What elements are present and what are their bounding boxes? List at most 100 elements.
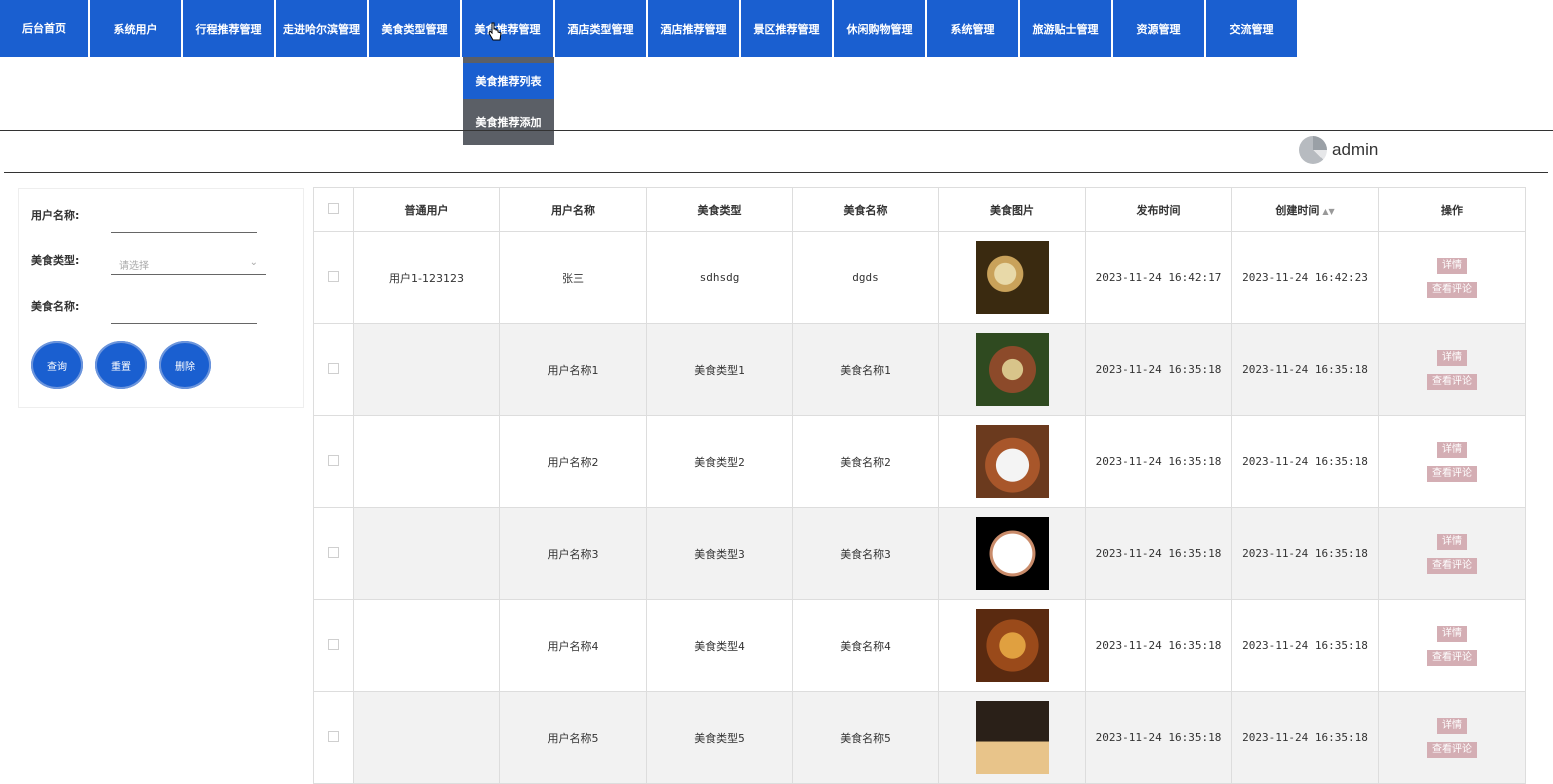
search-panel: 用户名称: 美食类型: 请选择 ⌄ 美食名称: 查询 重置 删除 bbox=[18, 188, 304, 408]
cell-actions: 详情 查看评论 bbox=[1378, 507, 1526, 600]
detail-button[interactable]: 详情 bbox=[1437, 533, 1467, 550]
food-image[interactable] bbox=[975, 517, 1049, 590]
food-image[interactable] bbox=[975, 609, 1049, 682]
view-comments-button[interactable]: 查看评论 bbox=[1427, 649, 1477, 666]
nav-scenic-recommend[interactable]: 景区推荐管理 bbox=[741, 0, 832, 57]
dropdown-item-food-list[interactable]: 美食推荐列表 bbox=[463, 63, 554, 99]
food-type-field: 美食类型: 请选择 ⌄ bbox=[31, 250, 266, 275]
cell-user-name: 张三 bbox=[499, 231, 647, 324]
cell-ordinary-user bbox=[353, 323, 500, 416]
view-comments-button[interactable]: 查看评论 bbox=[1427, 465, 1477, 482]
food-name-input[interactable] bbox=[111, 301, 257, 324]
cell-actions: 详情 查看评论 bbox=[1378, 691, 1526, 784]
cell-user-name: 用户名称2 bbox=[499, 415, 647, 508]
hand-cursor-icon bbox=[488, 22, 502, 41]
cell-ordinary-user: 用户1-123123 bbox=[353, 231, 500, 324]
nav-food-recommend[interactable]: 美食推荐管理 bbox=[462, 0, 553, 57]
top-nav: 后台首页 系统用户 行程推荐管理 走进哈尔滨管理 美食类型管理 美食推荐管理 酒… bbox=[0, 0, 1299, 57]
header-ordinary-user: 普通用户 bbox=[353, 187, 500, 232]
sort-icon[interactable]: ▲▼ bbox=[1322, 207, 1334, 216]
nav-hotel-recommend[interactable]: 酒店推荐管理 bbox=[648, 0, 739, 57]
row-select-cell bbox=[313, 415, 354, 508]
food-image[interactable] bbox=[975, 241, 1049, 314]
query-button[interactable]: 查询 bbox=[31, 341, 83, 389]
food-name-label: 美食名称: bbox=[31, 300, 80, 313]
detail-button[interactable]: 详情 bbox=[1437, 257, 1467, 274]
table-row: 用户名称2 美食类型2 美食名称2 2023-11-24 16:35:18 2023-1… bbox=[313, 415, 1526, 508]
row-checkbox[interactable] bbox=[328, 362, 339, 374]
user-area[interactable]: admin bbox=[1299, 136, 1378, 164]
cell-food-type: 美食类型5 bbox=[646, 691, 793, 784]
row-checkbox[interactable] bbox=[328, 454, 339, 466]
cell-food-image bbox=[938, 691, 1086, 784]
row-checkbox[interactable] bbox=[328, 546, 339, 558]
detail-button[interactable]: 详情 bbox=[1437, 625, 1467, 642]
cell-publish-time: 2023-11-24 16:35:18 bbox=[1085, 691, 1232, 784]
cell-food-name: 美食名称3 bbox=[792, 507, 939, 600]
header-food-type: 美食类型 bbox=[646, 187, 793, 232]
cell-food-type: 美食类型2 bbox=[646, 415, 793, 508]
reset-button[interactable]: 重置 bbox=[95, 341, 147, 389]
cell-food-type: 美食类型1 bbox=[646, 323, 793, 416]
cell-user-name: 用户名称5 bbox=[499, 691, 647, 784]
row-select-cell bbox=[313, 507, 354, 600]
cell-actions: 详情 查看评论 bbox=[1378, 599, 1526, 692]
view-comments-button[interactable]: 查看评论 bbox=[1427, 281, 1477, 298]
nav-itinerary[interactable]: 行程推荐管理 bbox=[183, 0, 274, 57]
cell-food-name: 美食名称2 bbox=[792, 415, 939, 508]
user-name-input[interactable] bbox=[111, 210, 257, 233]
avatar[interactable] bbox=[1299, 136, 1327, 164]
table-row: 用户名称3 美食类型3 美食名称3 2023-11-24 16:35:18 2023-1… bbox=[313, 507, 1526, 600]
nav-home[interactable]: 后台首页 bbox=[0, 0, 88, 57]
nav-travel-tips[interactable]: 旅游贴士管理 bbox=[1020, 0, 1111, 57]
nav-shopping[interactable]: 休闲购物管理 bbox=[834, 0, 925, 57]
header-created-time[interactable]: 创建时间 ▲▼ bbox=[1231, 187, 1379, 232]
view-comments-button[interactable]: 查看评论 bbox=[1427, 557, 1477, 574]
row-select-cell bbox=[313, 691, 354, 784]
row-checkbox[interactable] bbox=[328, 730, 339, 742]
dropdown-item-food-add[interactable]: 美食推荐添加 bbox=[463, 99, 554, 145]
row-checkbox[interactable] bbox=[328, 270, 339, 282]
username: admin bbox=[1332, 140, 1379, 159]
food-type-select[interactable]: 请选择 ⌄ bbox=[111, 255, 266, 275]
header-food-image: 美食图片 bbox=[938, 187, 1086, 232]
header-food-name: 美食名称 bbox=[792, 187, 939, 232]
cell-food-name: 美食名称5 bbox=[792, 691, 939, 784]
nav-system-users[interactable]: 系统用户 bbox=[90, 0, 181, 57]
table-row: 用户名称4 美食类型4 美食名称4 2023-11-24 16:35:18 2023-1… bbox=[313, 599, 1526, 692]
cell-food-image bbox=[938, 231, 1086, 324]
food-image[interactable] bbox=[975, 425, 1049, 498]
food-type-label: 美食类型: bbox=[31, 254, 80, 267]
detail-button[interactable]: 详情 bbox=[1437, 441, 1467, 458]
food-name-field: 美食名称: bbox=[31, 296, 257, 324]
nav-food-type[interactable]: 美食类型管理 bbox=[369, 0, 460, 57]
cell-actions: 详情 查看评论 bbox=[1378, 231, 1526, 324]
cell-ordinary-user bbox=[353, 691, 500, 784]
detail-button[interactable]: 详情 bbox=[1437, 349, 1467, 366]
nav-resources[interactable]: 资源管理 bbox=[1113, 0, 1204, 57]
header-user-name: 用户名称 bbox=[499, 187, 647, 232]
cell-food-name: 美食名称4 bbox=[792, 599, 939, 692]
row-checkbox[interactable] bbox=[328, 638, 339, 650]
food-recommend-dropdown: 美食推荐列表 美食推荐添加 bbox=[463, 57, 554, 145]
header-actions: 操作 bbox=[1378, 187, 1526, 232]
food-image[interactable] bbox=[975, 701, 1049, 774]
delete-button[interactable]: 删除 bbox=[159, 341, 211, 389]
cell-user-name: 用户名称4 bbox=[499, 599, 647, 692]
cell-food-image bbox=[938, 599, 1086, 692]
nav-hotel-type[interactable]: 酒店类型管理 bbox=[555, 0, 646, 57]
cell-food-type: 美食类型3 bbox=[646, 507, 793, 600]
detail-button[interactable]: 详情 bbox=[1437, 717, 1467, 734]
select-all-checkbox[interactable] bbox=[328, 202, 339, 214]
nav-communication[interactable]: 交流管理 bbox=[1206, 0, 1297, 57]
cell-food-name: dgds bbox=[792, 231, 939, 324]
select-all-cell bbox=[313, 187, 354, 232]
cell-created-time: 2023-11-24 16:35:18 bbox=[1231, 691, 1379, 784]
food-image[interactable] bbox=[975, 333, 1049, 406]
cell-actions: 详情 查看评论 bbox=[1378, 323, 1526, 416]
row-select-cell bbox=[313, 231, 354, 324]
view-comments-button[interactable]: 查看评论 bbox=[1427, 373, 1477, 390]
cell-food-image bbox=[938, 507, 1086, 600]
nav-harbin[interactable]: 走进哈尔滨管理 bbox=[276, 0, 367, 57]
nav-system-manage[interactable]: 系统管理 bbox=[927, 0, 1018, 57]
